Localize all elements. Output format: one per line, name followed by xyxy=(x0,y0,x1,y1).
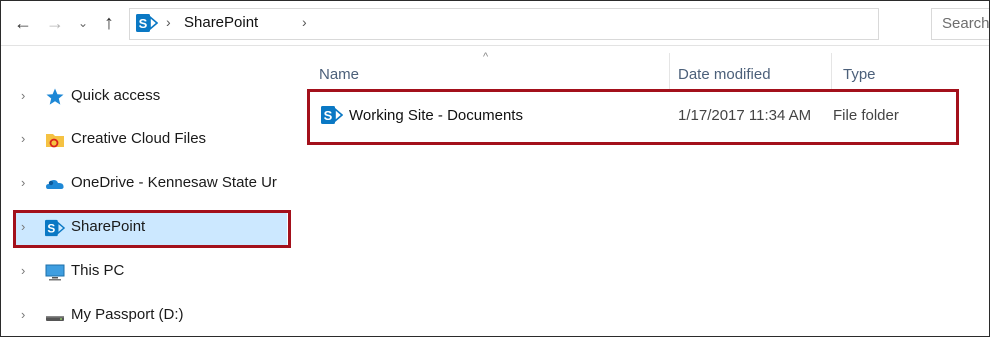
svg-text:S: S xyxy=(47,222,55,236)
expand-chevron-icon[interactable]: › xyxy=(21,175,25,190)
column-header-type[interactable]: Type xyxy=(843,66,876,83)
sidebar-item-creative-cloud-files[interactable]: › Creative Cloud Files xyxy=(15,122,287,158)
column-divider[interactable] xyxy=(831,53,832,89)
breadcrumb-sharepoint[interactable]: SharePoint xyxy=(184,14,258,31)
sidebar-item-my-passport[interactable]: › My Passport (D:) xyxy=(15,298,287,334)
sidebar-item-label: Quick access xyxy=(71,87,161,104)
expand-chevron-icon[interactable]: › xyxy=(21,219,25,234)
file-explorer-window: ← → ⌄ ↑ S › SharePoint › ⌄ ↻ Search › Qu… xyxy=(0,0,990,337)
star-icon xyxy=(46,88,64,105)
file-name[interactable]: Working Site - Documents xyxy=(349,107,523,124)
svg-text:S: S xyxy=(324,108,333,123)
file-date-modified: 1/17/2017 11:34 AM xyxy=(678,107,812,124)
forward-arrow-icon[interactable]: → xyxy=(43,11,67,35)
drive-icon xyxy=(46,316,64,321)
svg-text:S: S xyxy=(139,16,148,31)
expand-chevron-icon[interactable]: › xyxy=(21,88,25,103)
navigation-bar: ← → ⌄ ↑ S › SharePoint › ⌄ ↻ Search xyxy=(1,1,989,46)
creative-cloud-folder-icon xyxy=(46,134,64,148)
sidebar-item-onedrive[interactable]: › OneDrive - Kennesaw State Ur xyxy=(15,166,287,202)
breadcrumb-separator-icon[interactable]: › xyxy=(166,14,171,30)
onedrive-icon xyxy=(46,180,64,189)
sidebar-item-quick-access[interactable]: › Quick access xyxy=(15,79,287,115)
sidebar-item-label: This PC xyxy=(71,262,125,279)
address-bar[interactable]: S › SharePoint › ⌄ ↻ xyxy=(129,8,879,40)
back-arrow-icon[interactable]: ← xyxy=(11,11,35,35)
expand-chevron-icon[interactable]: › xyxy=(21,263,25,278)
file-type: File folder xyxy=(833,107,899,124)
sidebar-item-label: My Passport (D:) xyxy=(71,306,184,323)
sharepoint-icon: S xyxy=(321,106,343,124)
column-header-name[interactable]: Name xyxy=(319,66,359,83)
column-header-date-modified[interactable]: Date modified xyxy=(678,66,771,83)
sidebar-item-label: Creative Cloud Files xyxy=(71,130,207,147)
computer-icon xyxy=(45,264,65,281)
breadcrumb-separator-icon[interactable]: › xyxy=(302,14,307,30)
sort-ascending-icon: ^ xyxy=(483,51,489,63)
search-input[interactable]: Search xyxy=(931,8,989,40)
file-row[interactable]: S Working Site - Documents 1/17/2017 11:… xyxy=(313,95,963,137)
sharepoint-icon: S xyxy=(136,14,158,32)
sidebar-item-label: OneDrive - Kennesaw State Ur xyxy=(71,174,277,191)
expand-chevron-icon[interactable]: › xyxy=(21,307,25,322)
navigation-pane: › Quick access › Creative Cloud Files › … xyxy=(1,46,293,336)
expand-chevron-icon[interactable]: › xyxy=(21,131,25,146)
column-divider[interactable] xyxy=(669,53,670,89)
recent-locations-chevron-icon[interactable]: ⌄ xyxy=(75,11,91,35)
sidebar-item-sharepoint[interactable]: › S SharePoint xyxy=(15,210,287,246)
sharepoint-icon: S xyxy=(45,219,65,237)
up-arrow-icon[interactable]: ↑ xyxy=(97,11,121,35)
sidebar-item-label: SharePoint xyxy=(71,218,146,235)
sidebar-item-this-pc[interactable]: › This PC xyxy=(15,254,287,290)
